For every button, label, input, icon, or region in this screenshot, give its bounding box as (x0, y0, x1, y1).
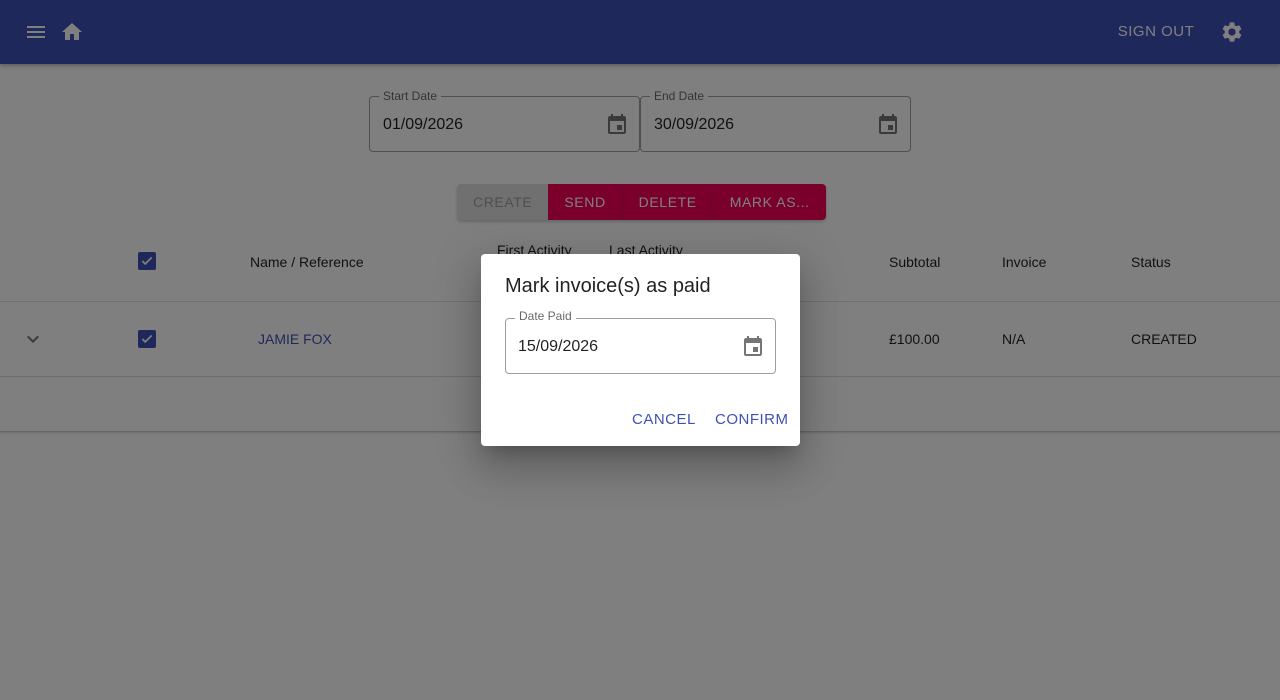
cancel-button[interactable]: Cancel (632, 408, 696, 432)
confirm-button[interactable]: Confirm (715, 408, 789, 432)
calendar-icon[interactable] (741, 335, 765, 359)
mark-paid-dialog: Mark invoice(s) as paid Date Paid 15/09/… (481, 254, 800, 446)
dialog-title: Mark invoice(s) as paid (505, 275, 711, 297)
date-paid-label: Date Paid (515, 311, 576, 320)
date-paid-field[interactable]: Date Paid 15/09/2026 (505, 311, 776, 374)
date-paid-value[interactable]: 15/09/2026 (518, 338, 598, 356)
